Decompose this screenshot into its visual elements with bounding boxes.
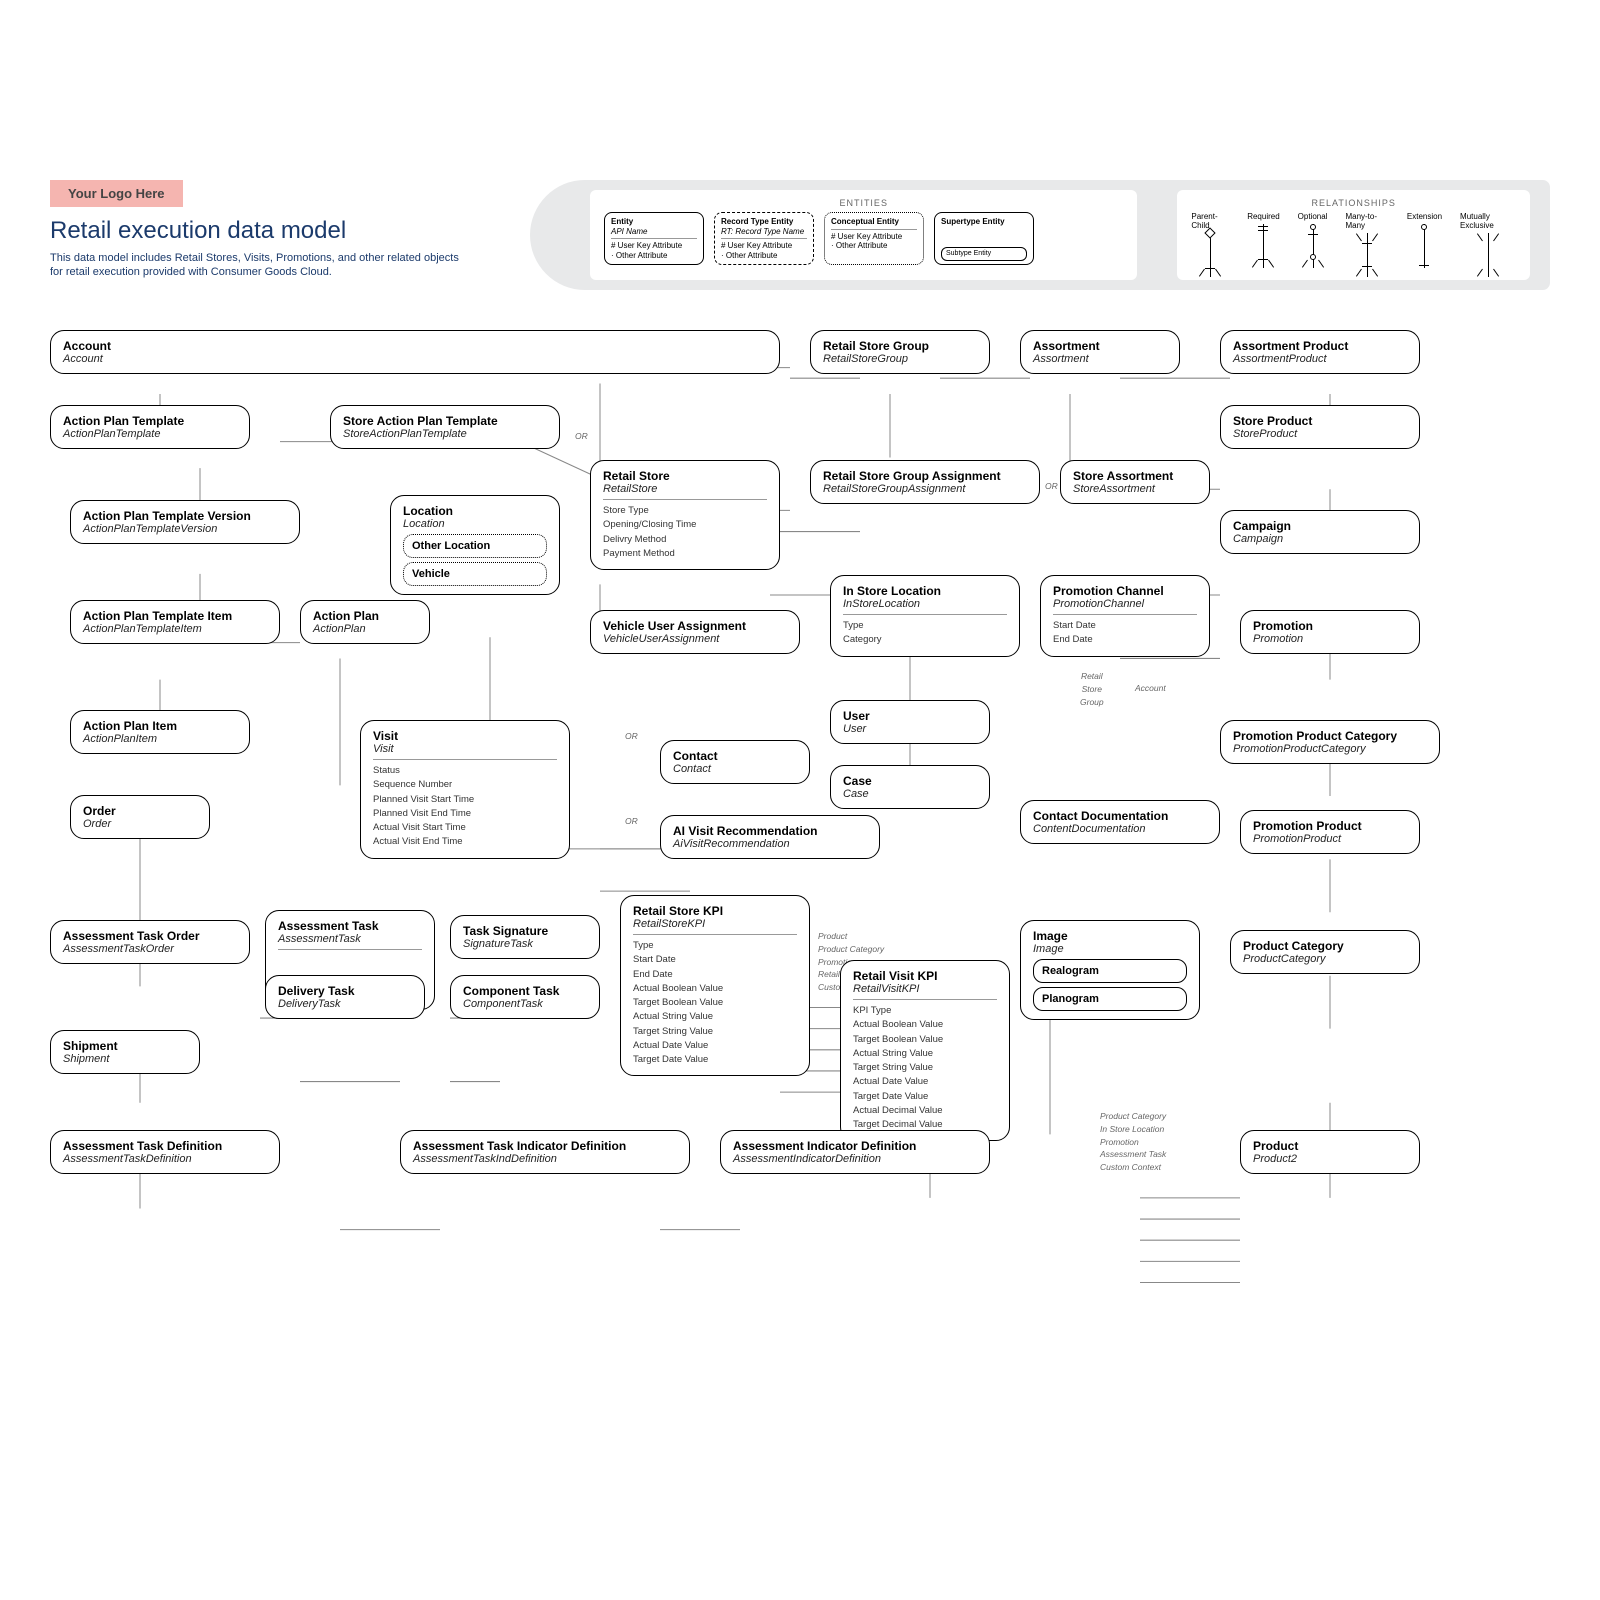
entity-assortment-product: Assortment Product AssortmentProduct — [1220, 330, 1420, 374]
rel-extension: Extension — [1407, 212, 1442, 268]
entity-realogram: Realogram — [1033, 959, 1187, 983]
entity-other-location: Other Location — [403, 534, 547, 558]
or-label: OR — [625, 730, 638, 743]
entity-component-task: Component Task ComponentTask — [450, 975, 600, 1019]
entity-action-plan-item: Action Plan Item ActionPlanItem — [70, 710, 250, 754]
entity-assessment-task-order: Assessment Task Order AssessmentTaskOrde… — [50, 920, 250, 964]
entity-store-product: Store Product StoreProduct — [1220, 405, 1420, 449]
entity-retail-store-group: Retail Store Group RetailStoreGroup — [810, 330, 990, 374]
legend-supertype-title: Supertype Entity — [941, 217, 1005, 226]
entity-assessment-task-definition: Assessment Task Definition AssessmentTas… — [50, 1130, 280, 1174]
entity-promotion-product-category: Promotion Product Category PromotionProd… — [1220, 720, 1440, 764]
entity-vehicle-user-assignment: Vehicle User Assignment VehicleUserAssig… — [590, 610, 800, 654]
entity-order: Order Order — [70, 795, 210, 839]
entity-retail-store: Retail Store RetailStore Store Type Open… — [590, 460, 780, 570]
entity-delivery-task: Delivery Task DeliveryTask — [265, 975, 425, 1019]
entity-action-plan-template-item: Action Plan Template Item ActionPlanTemp… — [70, 600, 280, 644]
legend-entity-title: Entity — [611, 217, 633, 226]
legend-entity-api: API Name — [611, 227, 647, 236]
legend-record-box: Record Type Entity RT: Record Type Name … — [714, 212, 814, 265]
rel-optional: Optional — [1298, 212, 1328, 268]
entity-retail-store-kpi: Retail Store KPI RetailStoreKPI Type Sta… — [620, 895, 810, 1076]
legend-entities: ENTITIES Entity API Name # User Key Attr… — [590, 190, 1137, 280]
product-link-labels: Product Category In Store Location Promo… — [1100, 1110, 1166, 1174]
legend-record-api: RT: Record Type Name — [721, 227, 804, 236]
entity-action-plan-template-version: Action Plan Template Version ActionPlanT… — [70, 500, 300, 544]
legend-record-attr: # User Key Attribute — [721, 241, 792, 250]
entity-in-store-location: In Store Location InStoreLocation Type C… — [830, 575, 1020, 657]
entity-user: User User — [830, 700, 990, 744]
entity-promotion-product: Promotion Product PromotionProduct — [1240, 810, 1420, 854]
legend-entity-box: Entity API Name # User Key Attribute · O… — [604, 212, 704, 265]
entity-planogram: Planogram — [1033, 987, 1187, 1011]
entity-account: Account Account — [50, 330, 780, 374]
entity-task-signature: Task Signature SignatureTask — [450, 915, 600, 959]
legend-entity-attr: · Other Attribute — [611, 251, 667, 260]
entity-campaign: Campaign Campaign — [1220, 510, 1420, 554]
legend-conceptual-attr: # User Key Attribute — [831, 232, 902, 241]
diagram-subtitle: This data model includes Retail Stores, … — [50, 251, 470, 280]
entity-assessment-indicator-definition: Assessment Indicator Definition Assessme… — [720, 1130, 990, 1174]
legend-entities-label: ENTITIES — [604, 198, 1123, 208]
entity-assortment: Assortment Assortment — [1020, 330, 1180, 374]
legend-entity-attr: # User Key Attribute — [611, 241, 682, 250]
entity-retail-store-group-assignment: Retail Store Group Assignment RetailStor… — [810, 460, 1040, 504]
entity-ai-visit-recommendation: AI Visit Recommendation AiVisitRecommend… — [660, 815, 880, 859]
entity-image: Image Image Realogram Planogram — [1020, 920, 1200, 1020]
legend-conceptual-title: Conceptual Entity — [831, 217, 899, 226]
entity-case: Case Case — [830, 765, 990, 809]
connectors — [40, 320, 1560, 1420]
entity-store-action-plan-template: Store Action Plan Template StoreActionPl… — [330, 405, 560, 449]
legend-supertype-box: Supertype Entity Subtype Entity — [934, 212, 1034, 265]
entity-store-assortment: Store Assortment StoreAssortment — [1060, 460, 1210, 504]
entity-assessment-task-indicator-definition: Assessment Task Indicator Definition Ass… — [400, 1130, 690, 1174]
diagram-canvas: Account Account Retail Store Group Retai… — [40, 320, 1560, 1420]
legend-subtype-box: Subtype Entity — [941, 247, 1027, 261]
or-label: OR — [575, 430, 588, 443]
entity-action-plan-template: Action Plan Template ActionPlanTemplate — [50, 405, 250, 449]
legend-record-title: Record Type Entity — [721, 217, 793, 226]
entity-promotion: Promotion Promotion — [1240, 610, 1420, 654]
or-label: OR — [1045, 480, 1058, 493]
or-label: OR — [625, 815, 638, 828]
legend-relationships: RELATIONSHIPS Parent-Child Required Opti… — [1177, 190, 1530, 280]
entity-location: Location Location Other Location Vehicle — [390, 495, 560, 595]
legend: ENTITIES Entity API Name # User Key Attr… — [530, 180, 1550, 290]
rel-mutually-exclusive: Mutually Exclusive — [1460, 212, 1516, 277]
entity-contact: Contact Contact — [660, 740, 810, 784]
entity-contact-documentation: Contact Documentation ContentDocumentati… — [1020, 800, 1220, 844]
entity-shipment: Shipment Shipment — [50, 1030, 200, 1074]
promo-channel-account-link: Account — [1135, 682, 1166, 695]
entity-retail-visit-kpi: Retail Visit KPI RetailVisitKPI KPI Type… — [840, 960, 1010, 1141]
rel-many-many: Many-to-Many — [1345, 212, 1388, 277]
entity-product: Product Product2 — [1240, 1130, 1420, 1174]
legend-relationships-label: RELATIONSHIPS — [1191, 198, 1516, 208]
promo-channel-links: Retail Store Group — [1080, 670, 1104, 708]
logo-placeholder: Your Logo Here — [50, 180, 183, 207]
entity-product-category: Product Category ProductCategory — [1230, 930, 1420, 974]
rel-parent-child: Parent-Child — [1191, 212, 1229, 277]
entity-action-plan: Action Plan ActionPlan — [300, 600, 430, 644]
legend-record-attr: · Other Attribute — [721, 251, 777, 260]
legend-conceptual-attr: · Other Attribute — [831, 241, 887, 250]
legend-conceptual-box: Conceptual Entity # User Key Attribute ·… — [824, 212, 924, 265]
entity-vehicle: Vehicle — [403, 562, 547, 586]
entity-visit: Visit Visit Status Sequence Number Plann… — [360, 720, 570, 859]
rel-required: Required — [1247, 212, 1279, 268]
entity-promotion-channel: Promotion Channel PromotionChannel Start… — [1040, 575, 1210, 657]
